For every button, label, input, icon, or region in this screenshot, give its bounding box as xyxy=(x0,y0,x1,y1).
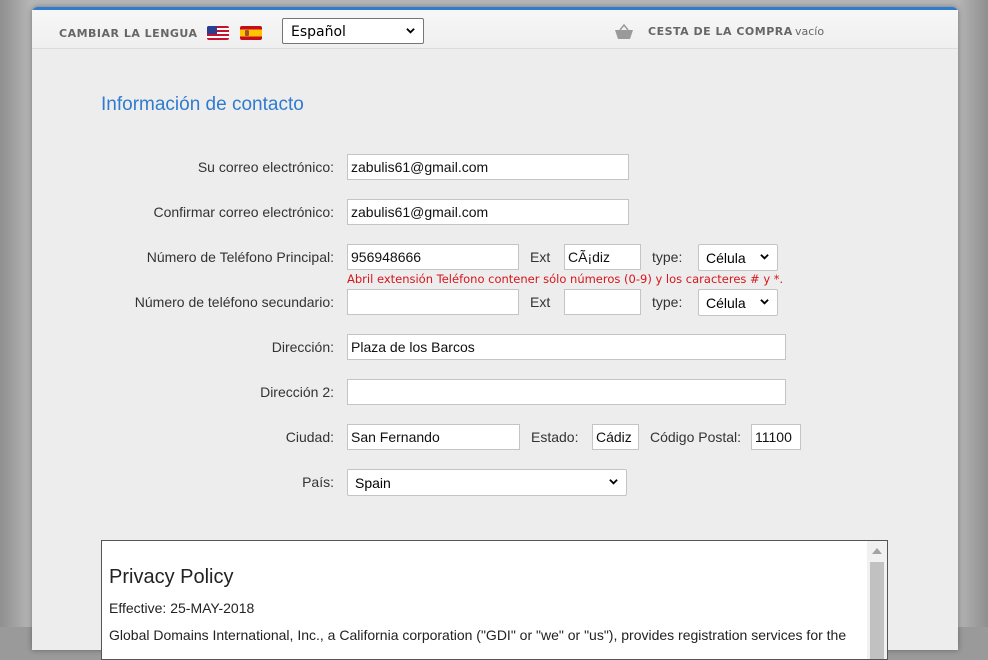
state-label: Estado: xyxy=(531,429,579,445)
shopping-basket-icon[interactable] xyxy=(614,24,634,40)
city-input[interactable]: San Fernando xyxy=(347,424,520,450)
chevron-down-icon xyxy=(760,254,769,260)
secondary-phone-input[interactable] xyxy=(347,289,519,315)
zip-input[interactable]: 11100 xyxy=(751,424,801,450)
confirm-email-input[interactable]: zabulis61@gmail.com xyxy=(347,199,629,225)
secondary-type-select[interactable]: Célula xyxy=(698,289,778,316)
language-label: CAMBIAR LA LENGUA xyxy=(59,27,198,40)
us-flag-icon[interactable] xyxy=(207,26,229,40)
address-label: Dirección: xyxy=(271,339,334,355)
country-value: Spain xyxy=(355,475,391,491)
address2-input[interactable] xyxy=(347,379,786,405)
chevron-down-icon xyxy=(609,479,618,485)
chevron-down-icon xyxy=(406,28,415,34)
privacy-policy-title: Privacy Policy xyxy=(109,566,234,588)
country-select[interactable]: Spain xyxy=(347,469,627,496)
email-input[interactable]: zabulis61@gmail.com xyxy=(347,154,629,180)
language-select[interactable]: Español xyxy=(282,18,424,44)
language-select-value: Español xyxy=(291,24,346,40)
primary-type-select[interactable]: Célula xyxy=(698,244,778,271)
primary-type-label: type: xyxy=(652,249,683,265)
country-label: País: xyxy=(302,474,334,490)
privacy-policy-box[interactable]: Privacy Policy Effective: 25-MAY-2018 Gl… xyxy=(101,540,888,660)
privacy-policy-text: Global Domains International, Inc., a Ca… xyxy=(109,627,847,643)
scroll-thumb[interactable] xyxy=(870,562,884,659)
section-title: Información de contacto xyxy=(101,94,304,115)
primary-type-value: Célula xyxy=(706,250,746,266)
secondary-type-value: Célula xyxy=(706,295,746,311)
phone-error-message: Abril extensión Teléfono contener sólo n… xyxy=(347,272,784,286)
primary-ext-label: Ext xyxy=(530,249,551,265)
cart-label[interactable]: CESTA DE LA COMPRA xyxy=(648,25,793,38)
email-label: Su correo electrónico: xyxy=(197,159,334,175)
address2-label: Dirección 2: xyxy=(260,384,334,400)
cart-status: vacío xyxy=(795,25,825,38)
address-input[interactable]: Plaza de los Barcos xyxy=(347,334,786,360)
state-input[interactable]: Cádiz xyxy=(592,424,639,450)
chevron-down-icon xyxy=(760,299,769,305)
secondary-ext-input[interactable] xyxy=(564,289,641,315)
secondary-phone-label: Número de teléfono secundario: xyxy=(134,294,334,310)
privacy-scrollbar[interactable] xyxy=(867,541,887,659)
privacy-policy-effective-date: Effective: 25-MAY-2018 xyxy=(109,600,255,616)
city-label: Ciudad: xyxy=(285,429,334,445)
primary-phone-input[interactable]: 956948666 xyxy=(347,244,519,270)
confirm-email-label: Confirmar correo electrónico: xyxy=(153,204,334,220)
secondary-ext-label: Ext xyxy=(530,294,551,310)
primary-phone-label: Número de Teléfono Principal: xyxy=(146,249,334,265)
top-bar: CAMBIAR LA LENGUA Español CESTA DE LA CO… xyxy=(32,10,958,49)
primary-ext-input[interactable]: CÃ¡diz xyxy=(564,244,641,270)
scroll-up-arrow-icon[interactable] xyxy=(872,548,882,554)
zip-label: Código Postal: xyxy=(650,429,742,445)
spain-flag-icon[interactable] xyxy=(240,26,262,40)
main-panel: CAMBIAR LA LENGUA Español CESTA DE LA CO… xyxy=(32,7,958,660)
secondary-type-label: type: xyxy=(652,294,683,310)
